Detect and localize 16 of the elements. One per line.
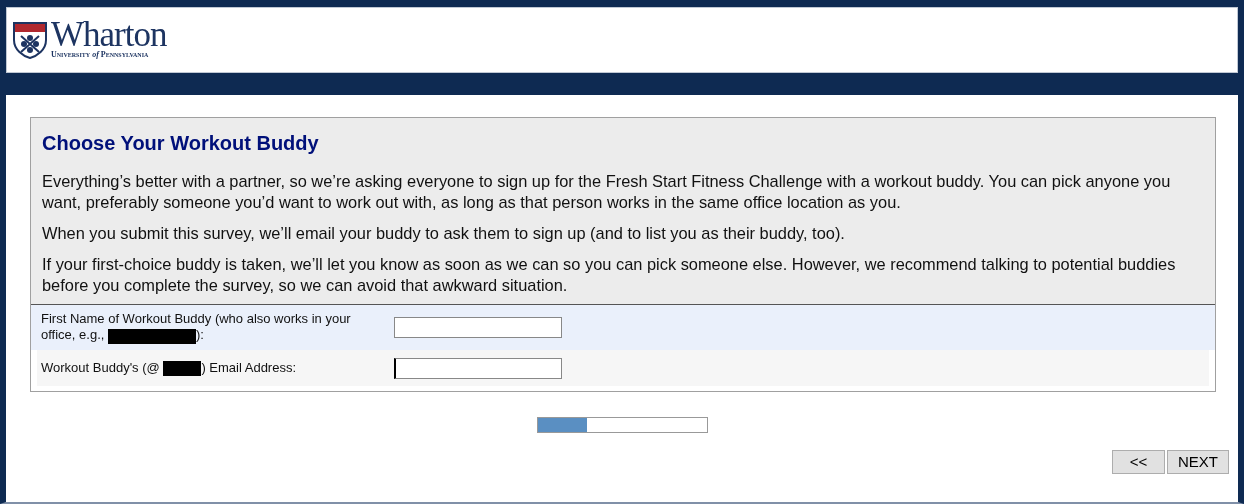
field-label: office, e.g., [41,327,105,343]
question-title: Choose Your Workout Buddy [42,131,320,156]
field-label: First Name of Workout Buddy (who also works in your [41,311,352,328]
field-label: ) Email Address: [201,359,297,375]
question-text: If your first-choice buddy is taken, we’ll let you know as soon as we can so you can pick someone else. However, we recommend talking to potential buddies before you complete the survey, so we can avoid that awkward situation. [42,254,1177,296]
shield-icon [13,21,47,59]
logo-subtitle: University of Pennsylvania [51,50,150,60]
field-label: Workout Buddy's (@ [41,359,160,375]
next-button[interactable]: NEXT [1167,450,1229,474]
field-label: ): [196,327,204,343]
question-text: Everything’s better with a partner, so we’re asking everyone to sign up for the Fresh Start Fitness Challenge with a workout buddy. You can pick anyone you want, preferably someone you’d want to work out with, as long as that person works in the same office location as you. [42,171,1172,213]
logo-wordmark: Wharton [51,20,167,50]
question-text: When you submit this survey, we’ll email your buddy to ask them to sign up (and to list you as their buddy, too). [42,223,846,244]
input-field[interactable] [394,357,562,379]
input-field[interactable] [394,317,562,338]
back-button[interactable]: << [1112,450,1165,474]
